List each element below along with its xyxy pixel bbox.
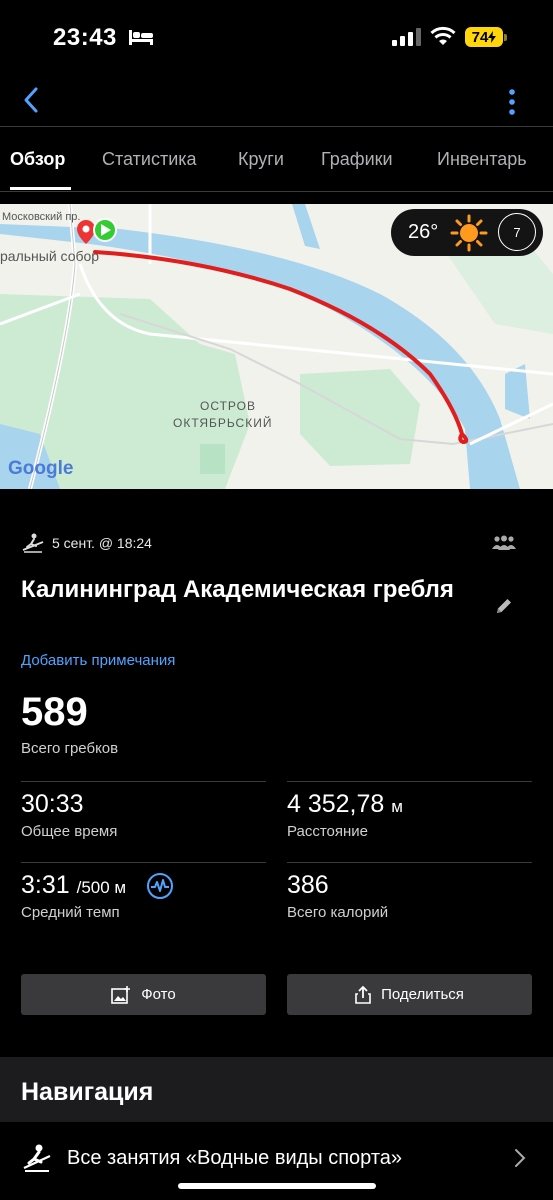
avg-pace-value: 3:31 (21, 871, 70, 899)
divider (287, 862, 532, 863)
share-button[interactable]: Поделиться (287, 974, 532, 1015)
chevron-right-icon (515, 1149, 526, 1167)
add-note-link[interactable]: Добавить примечания (21, 652, 175, 669)
pace-chart-icon[interactable] (146, 872, 174, 900)
distance-value-row: 4 352,78 м (287, 790, 403, 819)
share-icon (355, 985, 371, 1004)
map-label-island-2: ОКТЯБРЬСКИЙ (173, 415, 272, 430)
avg-pace-value-row: 3:31 /500 м (21, 871, 126, 900)
home-indicator[interactable] (178, 1183, 376, 1189)
avg-pace-unit: /500 м (76, 878, 127, 897)
group-icon[interactable] (491, 535, 517, 551)
activity-date: 5 сент. @ 18:24 (52, 535, 152, 551)
status-time: 23:43 (53, 24, 117, 51)
divider (21, 862, 266, 863)
distance-unit: м (391, 797, 403, 816)
navigation-heading: Навигация (21, 1078, 154, 1106)
rowing-icon (22, 533, 44, 553)
weather-temperature: 26° (408, 221, 439, 243)
battery-level: 74 (471, 28, 489, 46)
tab-overview[interactable]: Обзор (10, 149, 65, 170)
total-strokes-value: 589 (21, 690, 88, 734)
battery-indicator: 74 (465, 27, 507, 47)
calories-value: 386 (287, 871, 329, 899)
back-chevron-icon[interactable] (18, 82, 46, 118)
tab-statistics[interactable]: Статистика (102, 149, 197, 170)
tab-charts[interactable]: Графики (321, 149, 393, 170)
charging-icon (488, 31, 497, 43)
divider (287, 781, 532, 782)
total-time-value: 30:33 (21, 790, 84, 818)
photo-button[interactable]: Фото (21, 974, 266, 1015)
add-photo-icon (111, 985, 131, 1004)
wind-speed: 7 (513, 224, 521, 240)
map-label-cathedral: ральный собор (0, 248, 99, 264)
active-tab-indicator (10, 187, 71, 190)
map-label-island-1: ОСТРОВ (200, 399, 256, 413)
photo-button-label: Фото (141, 986, 176, 1003)
cellular-signal-icon (392, 28, 421, 46)
all-water-sports-label: Все занятия «Водные виды спорта» (67, 1147, 403, 1169)
divider (21, 781, 266, 782)
total-strokes-label: Всего гребков (21, 740, 119, 757)
distance-label: Расстояние (287, 823, 369, 840)
distance-value: 4 352,78 (287, 790, 385, 818)
wifi-icon (430, 26, 456, 45)
status-bar: 23:43 74 (0, 0, 553, 76)
tab-bar: Обзор Статистика Круги Графики Инвентарь (0, 127, 553, 191)
nav-bar (0, 76, 553, 126)
wind-indicator: 7 (498, 213, 536, 251)
map-label-street: Московский пр. (2, 211, 80, 223)
sun-icon (450, 214, 488, 252)
total-time-label: Общее время (21, 823, 118, 840)
calories-label: Всего калорий (287, 904, 389, 921)
google-logo: Google (8, 458, 73, 479)
rowing-icon (23, 1144, 51, 1172)
divider (0, 191, 553, 192)
activity-title: Калининград Академическая гребля (21, 576, 454, 603)
tab-laps[interactable]: Круги (238, 149, 284, 170)
bed-icon (129, 30, 153, 45)
edit-pencil-icon[interactable] (494, 596, 514, 616)
tab-gear[interactable]: Инвентарь (437, 149, 527, 170)
more-options-icon[interactable] (500, 82, 524, 118)
avg-pace-label: Средний темп (21, 904, 120, 921)
share-button-label: Поделиться (381, 986, 464, 1003)
